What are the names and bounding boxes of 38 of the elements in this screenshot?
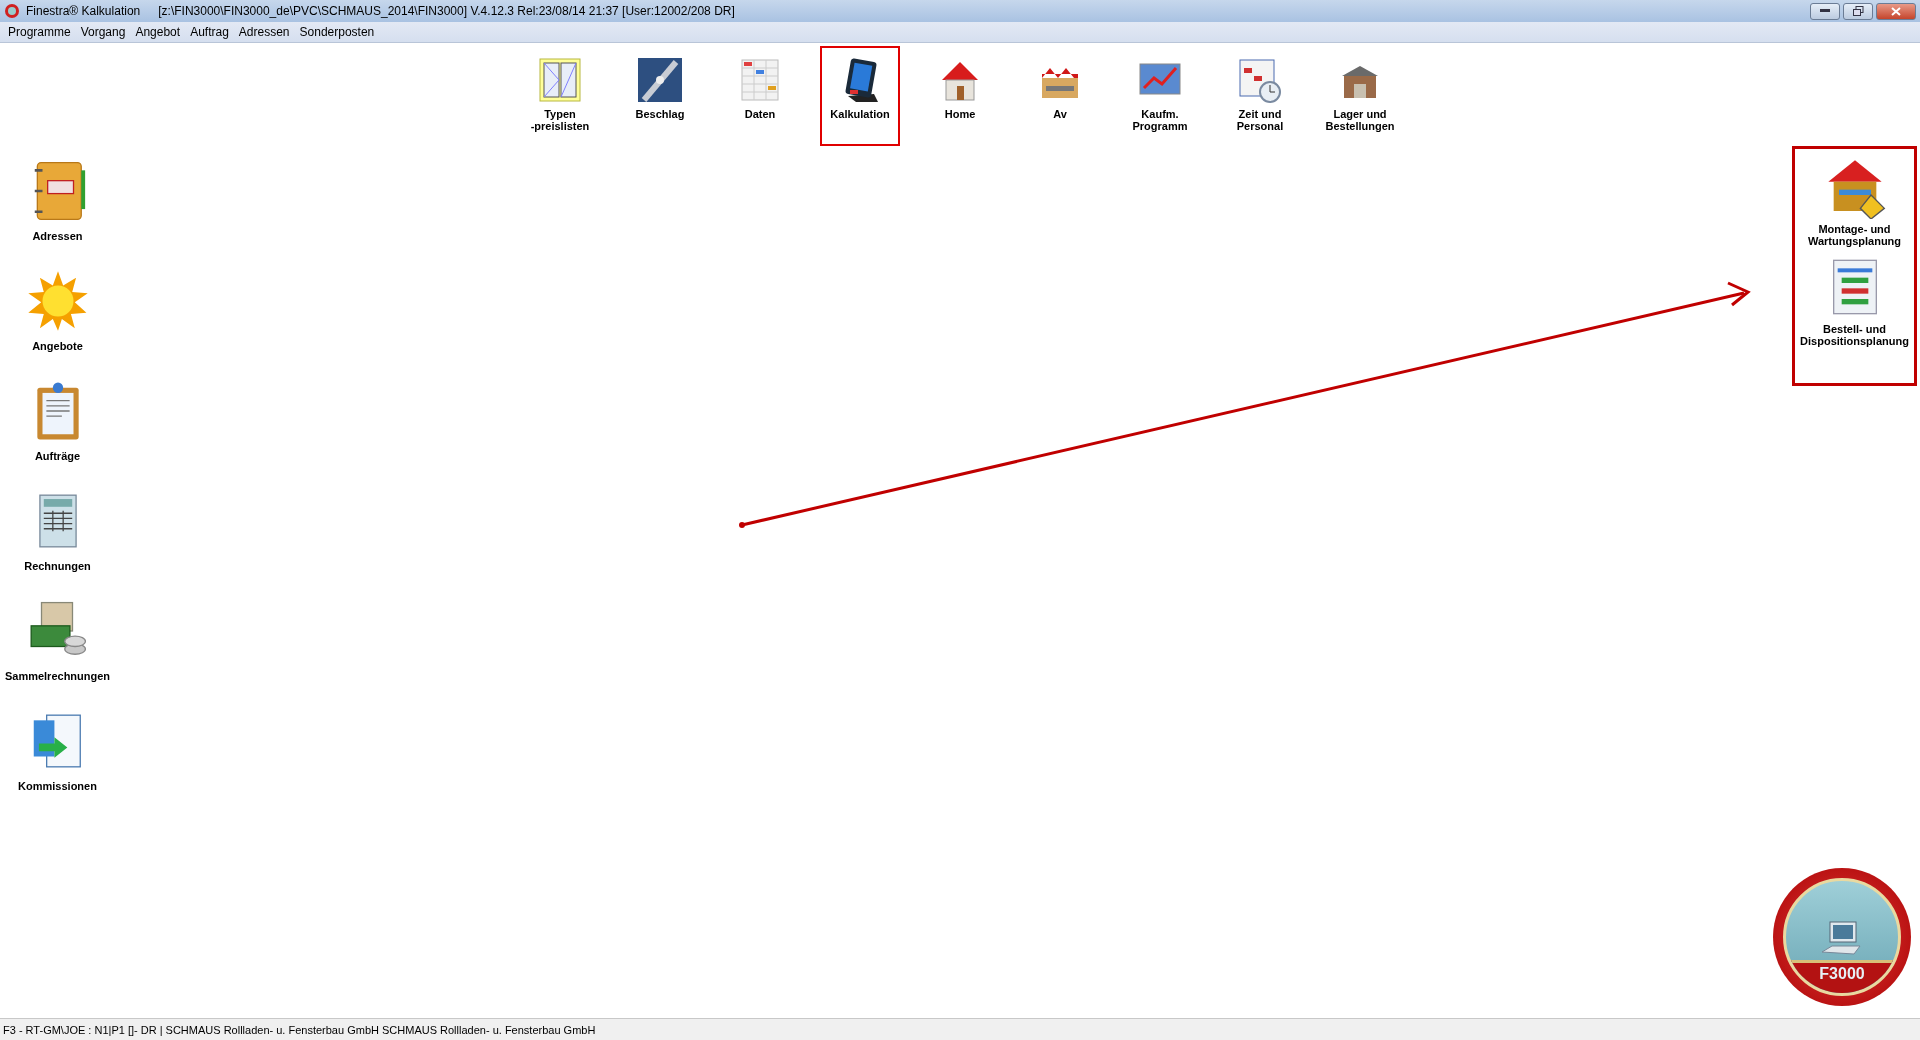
panel-button[interactable]: Bestell- und Dispositionsplanung: [1800, 323, 1909, 347]
toolbar-button[interactable]: Home: [944, 108, 976, 120]
minimize-icon: [1820, 9, 1830, 13]
restore-button[interactable]: [1843, 2, 1873, 20]
toolbar-button[interactable]: Beschlag: [635, 108, 685, 120]
sidebar-button[interactable]: Kommissionen: [18, 780, 97, 792]
minimize-button[interactable]: [1810, 2, 1840, 20]
menu-item[interactable]: Sonderposten: [294, 25, 380, 39]
toolbar-button[interactable]: Daten: [744, 108, 776, 120]
toolbar-button[interactable]: Kaufm. Programm: [1132, 108, 1188, 132]
panel-button[interactable]: Montage- und Wartungsplanung: [1807, 223, 1902, 247]
app-logo[interactable]: F3000: [1773, 868, 1911, 1006]
menu-item[interactable]: Adressen: [233, 25, 295, 39]
menu-item[interactable]: Angebot: [130, 25, 186, 39]
menu-item[interactable]: Vorgang: [75, 25, 131, 39]
toolbar-button[interactable]: Kalkulation: [830, 108, 890, 120]
menu-item[interactable]: Programme: [3, 25, 76, 39]
sidebar-button[interactable]: Adressen: [32, 230, 83, 242]
sidebar-button[interactable]: Sammelrechnungen: [4, 670, 111, 682]
toolbar-button[interactable]: Av: [1053, 108, 1067, 120]
toolbar-button[interactable]: Zeit und Personal: [1236, 108, 1284, 132]
hardware-fitting-icon: [636, 56, 684, 104]
sidebar-button[interactable]: Angebote: [32, 340, 83, 352]
schedule-clock-icon: [1236, 56, 1284, 104]
sidebar-button[interactable]: Rechnungen: [24, 560, 91, 572]
close-icon: [1891, 6, 1901, 16]
window-frame-icon: [536, 56, 584, 104]
close-button[interactable]: [1876, 2, 1916, 20]
window-info: [z:\FIN3000\FIN3000_de\PVC\SCHMAUS_2014\FIN3000] V.4.12.3 Rel:23/08/14 21:37 [User:12002/208 DR]: [158, 4, 735, 18]
window-title: Finestra® Kalkulation: [26, 4, 141, 18]
status-text: F3 - RT-GM\JOE : N1|P1 []- DR | SCHMAUS Rollladen- u. Fensterbau GmbH SCHMAUS Rollladen- u. Fensterbau GmbH: [0, 1018, 1920, 1040]
app-logo-icon: [4, 3, 20, 19]
sun-icon: [26, 270, 89, 332]
toolbar-button[interactable]: Typen -preislisten: [530, 108, 590, 132]
sidebar-button[interactable]: Aufträge: [34, 450, 81, 462]
restore-icon: [1852, 6, 1864, 16]
toolbar-button[interactable]: Lager und Bestellungen: [1325, 108, 1395, 132]
menu-item[interactable]: Auftrag: [185, 25, 234, 39]
